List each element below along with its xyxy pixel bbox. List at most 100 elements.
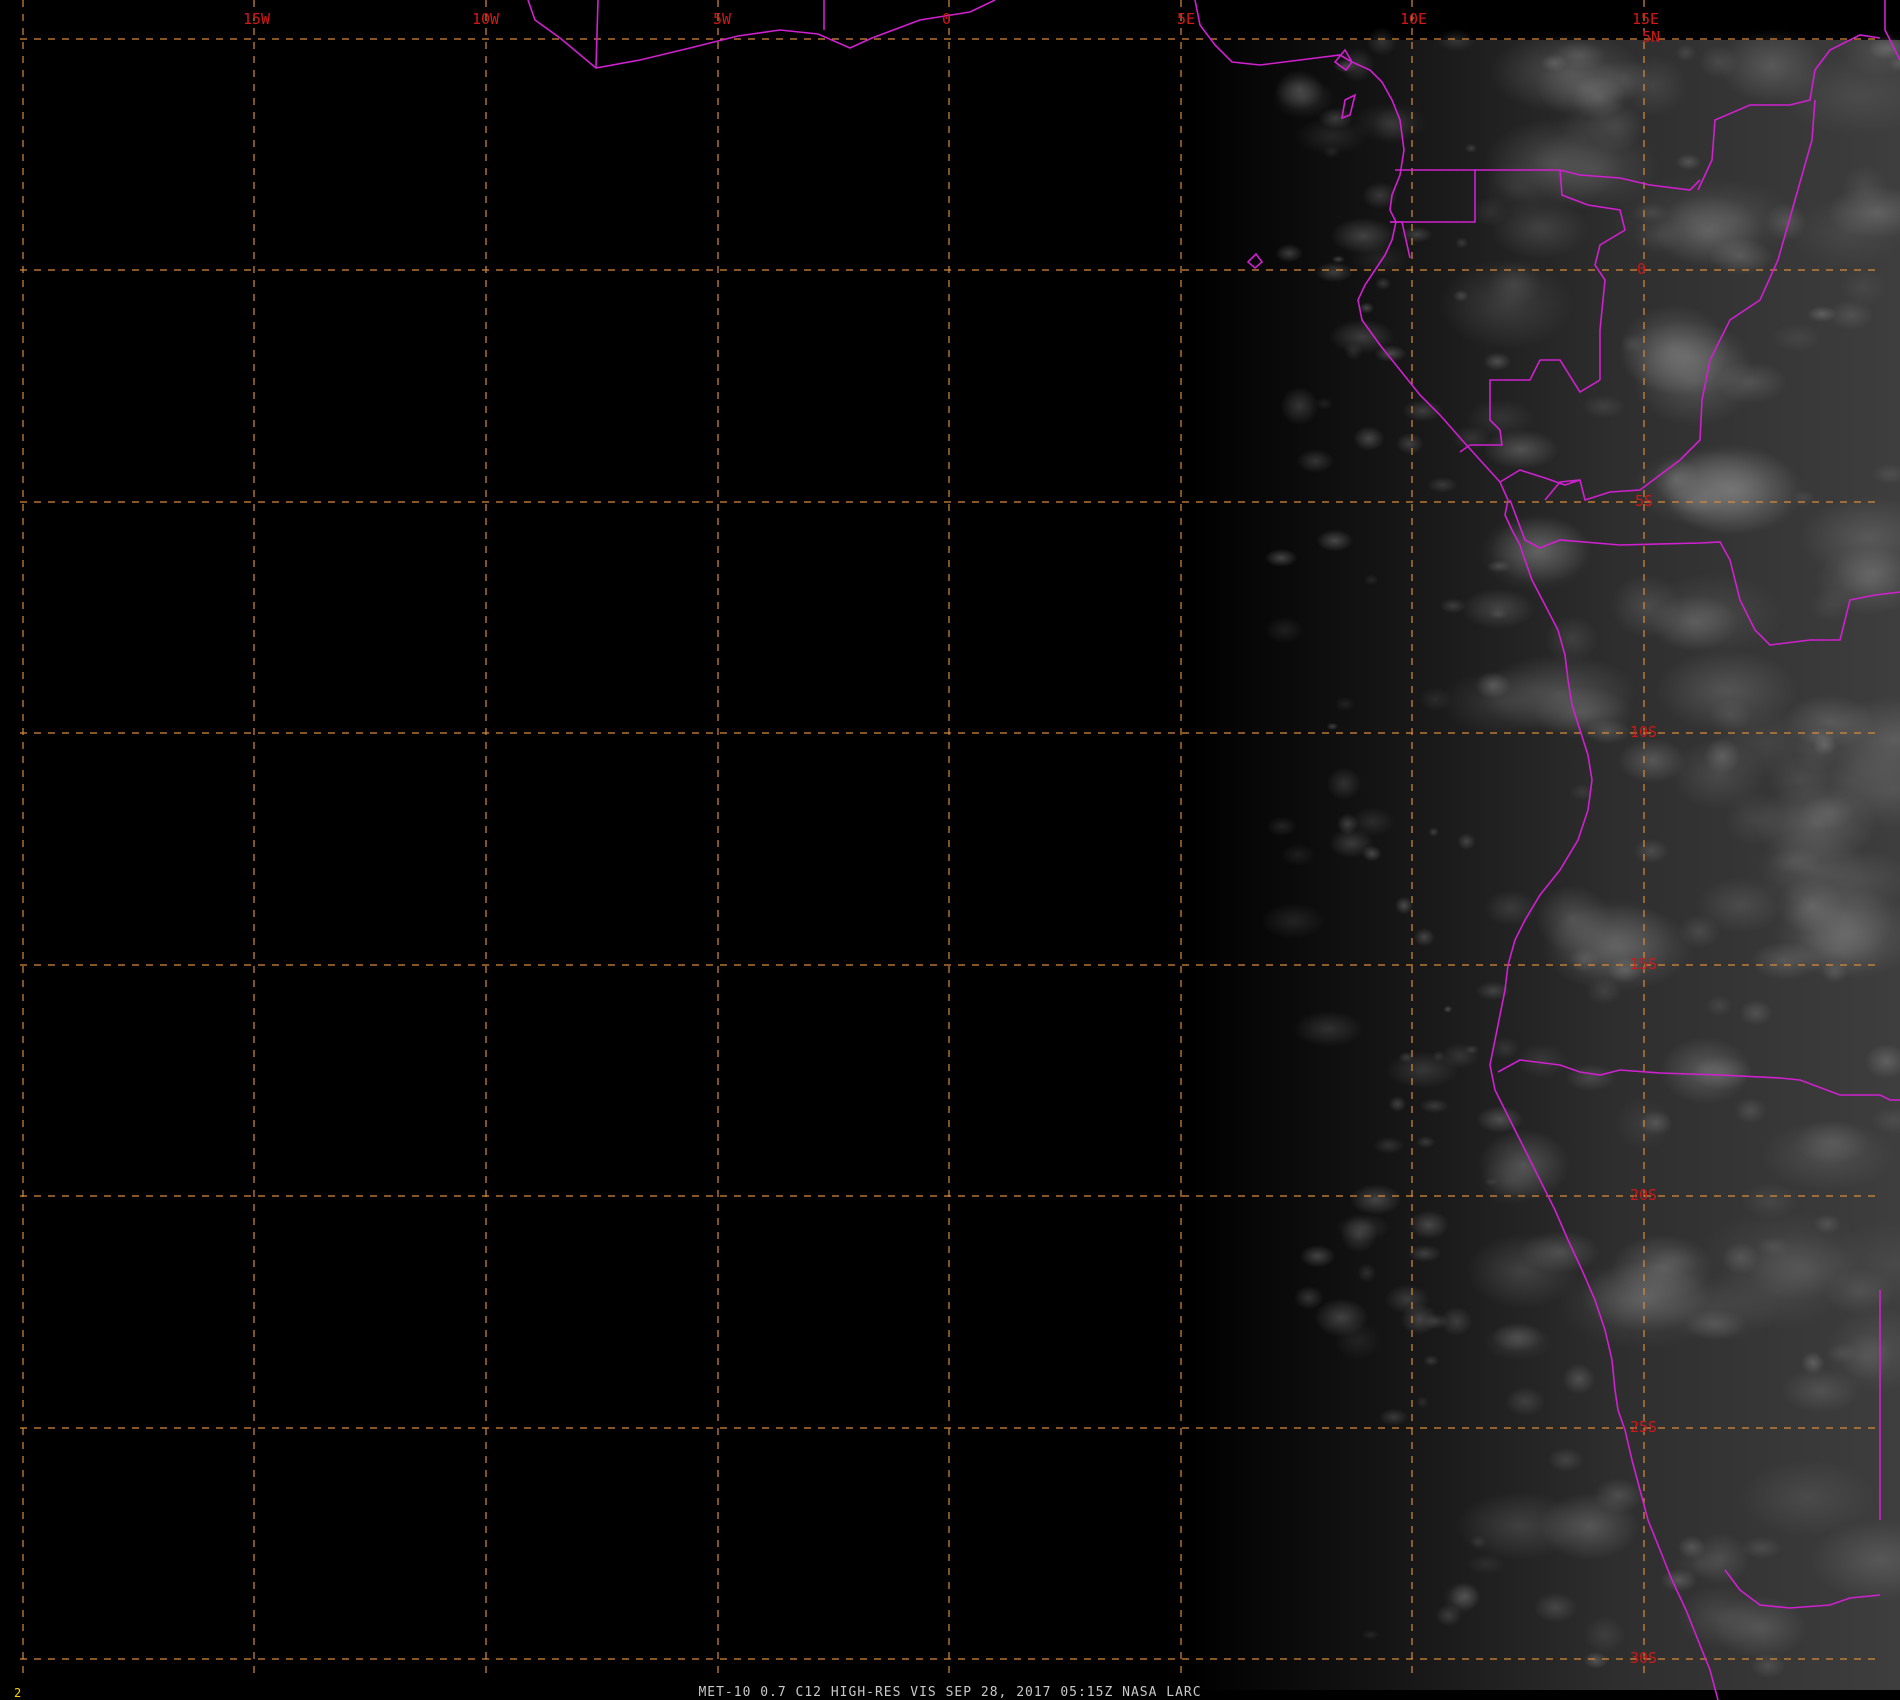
longitude-label: 10W bbox=[472, 10, 500, 28]
cloud-patch bbox=[1385, 1284, 1430, 1315]
cloud-patch bbox=[1544, 615, 1599, 664]
cloud-patch bbox=[1294, 117, 1369, 155]
cloud-patch bbox=[1490, 517, 1590, 584]
cloud-patch bbox=[1350, 241, 1409, 277]
image-caption: MET-10 0.7 C12 HIGH-RES VIS SEP 28, 2017… bbox=[698, 1685, 1201, 1700]
cloud-patch bbox=[1353, 426, 1385, 451]
cloud-patch bbox=[1562, 1363, 1596, 1395]
latitude-label: 5N bbox=[1642, 28, 1660, 46]
cloud-patch bbox=[1490, 198, 1590, 259]
cloud-patch bbox=[1533, 1592, 1577, 1623]
cloud-patch bbox=[1683, 1308, 1747, 1340]
latitude-label: 15S bbox=[1630, 955, 1657, 973]
cloud-patch bbox=[1583, 1651, 1609, 1669]
cloud-patch bbox=[1483, 352, 1512, 371]
cloud-patch bbox=[1469, 1535, 1487, 1549]
longitude-label: 0 bbox=[942, 10, 951, 28]
cloud-patch bbox=[1758, 1237, 1789, 1256]
cloud-patch bbox=[1272, 77, 1335, 119]
cloud-patch bbox=[1436, 28, 1476, 52]
cloud-patch bbox=[1455, 1491, 1584, 1561]
cloud-patch bbox=[1541, 904, 1693, 992]
cloud-patch bbox=[1435, 1604, 1462, 1627]
cloud-patch bbox=[1739, 999, 1773, 1026]
cloud-patch bbox=[1826, 1342, 1858, 1364]
cloud-patch bbox=[1741, 1536, 1782, 1560]
cloud-patch bbox=[1734, 1097, 1767, 1124]
cloud-patch bbox=[1264, 548, 1298, 567]
cloud-patch bbox=[1721, 1241, 1760, 1275]
cloud-patch bbox=[1299, 1244, 1336, 1268]
cloud-patch bbox=[1336, 1213, 1390, 1242]
cloud-patch bbox=[1660, 1568, 1698, 1592]
cloud-patch bbox=[1264, 616, 1304, 644]
cloud-patch bbox=[1275, 244, 1303, 263]
longitude-label: 5E bbox=[1177, 10, 1195, 28]
cloud-patch bbox=[1396, 432, 1424, 455]
cloud-patch bbox=[1483, 890, 1538, 927]
cloud-patch bbox=[1466, 1554, 1506, 1575]
cloud-patch bbox=[1586, 978, 1623, 1005]
cloud-patch bbox=[1505, 1386, 1545, 1417]
cloud-patch bbox=[1461, 588, 1535, 630]
frame-number: 2 bbox=[14, 1686, 21, 1700]
cloud-patch bbox=[1739, 1459, 1876, 1537]
cloud-patch bbox=[1326, 767, 1362, 801]
cloud-patch bbox=[1363, 574, 1379, 586]
cloud-patch bbox=[1413, 928, 1435, 947]
cloud-patch bbox=[1660, 1036, 1752, 1105]
cloud-patch bbox=[1260, 903, 1326, 939]
cloud-patch bbox=[1356, 1263, 1377, 1283]
cloud-patch bbox=[1366, 27, 1398, 56]
cloud-patch bbox=[1547, 1447, 1584, 1472]
cloud-patch bbox=[1373, 1136, 1405, 1155]
cloud-patch bbox=[1326, 722, 1339, 731]
latitude-label: 5S bbox=[1635, 492, 1653, 510]
cloud-patch bbox=[1633, 838, 1669, 864]
cloud-patch bbox=[1675, 153, 1702, 171]
cloud-patch bbox=[1314, 262, 1354, 283]
cloud-patch bbox=[1464, 143, 1478, 153]
longitude-label: 10E bbox=[1400, 10, 1427, 28]
cloud-patch bbox=[1426, 476, 1458, 493]
cloud-patch bbox=[1334, 696, 1356, 712]
cloud-patch bbox=[1407, 1244, 1442, 1263]
cloud-patch bbox=[1632, 335, 1756, 426]
cloud-patch bbox=[1583, 1615, 1626, 1654]
cloud-patch bbox=[1329, 828, 1374, 858]
cloud-patch bbox=[1316, 529, 1354, 552]
cloud-patch bbox=[1630, 449, 1771, 527]
cloud-patch bbox=[1361, 181, 1399, 210]
cloud-patch bbox=[1482, 429, 1559, 470]
cloud-patch bbox=[1419, 1098, 1450, 1114]
cloud-patch bbox=[1350, 1184, 1402, 1216]
satellite-viewport[interactable]: 15W 10W 5W 0 5E 10E 15E 5N 0 5S 10S 15S … bbox=[0, 0, 1900, 1700]
cloud-patch bbox=[1760, 1119, 1896, 1191]
satellite-image: 15W 10W 5W 0 5E 10E 15E 5N 0 5S 10S 15S … bbox=[0, 0, 1900, 1700]
cloud-patch bbox=[1280, 386, 1319, 426]
cloud-patch bbox=[1331, 255, 1346, 264]
cloud-patch bbox=[1266, 816, 1298, 837]
cloud-patch bbox=[1415, 1395, 1430, 1409]
cloud-patch bbox=[1564, 1063, 1617, 1092]
cloud-patch bbox=[1378, 1408, 1409, 1426]
cloud-patch bbox=[1771, 323, 1823, 353]
cloud-patch bbox=[1703, 738, 1741, 775]
cloud-patch bbox=[1801, 1351, 1825, 1375]
cloud-patch bbox=[1428, 827, 1439, 837]
latitude-label: 25S bbox=[1630, 1418, 1657, 1436]
latitude-label: 30S bbox=[1630, 1649, 1657, 1667]
cloud-patch bbox=[1455, 237, 1469, 249]
cloud-patch bbox=[1374, 277, 1392, 290]
cloud-patch bbox=[1361, 1629, 1380, 1640]
cloud-patch bbox=[1314, 1298, 1369, 1337]
latitude-label: 10S bbox=[1630, 723, 1657, 741]
cloud-patch bbox=[1719, 28, 1825, 104]
cloud-patch bbox=[1581, 394, 1626, 419]
cloud-patch bbox=[1394, 896, 1414, 915]
cloud-patch bbox=[1651, 594, 1739, 651]
cloud-patch bbox=[1675, 44, 1696, 62]
cloud-patch bbox=[1840, 268, 1887, 307]
cloud-patch bbox=[1443, 1005, 1453, 1013]
cloud-patch bbox=[1691, 1532, 1750, 1586]
